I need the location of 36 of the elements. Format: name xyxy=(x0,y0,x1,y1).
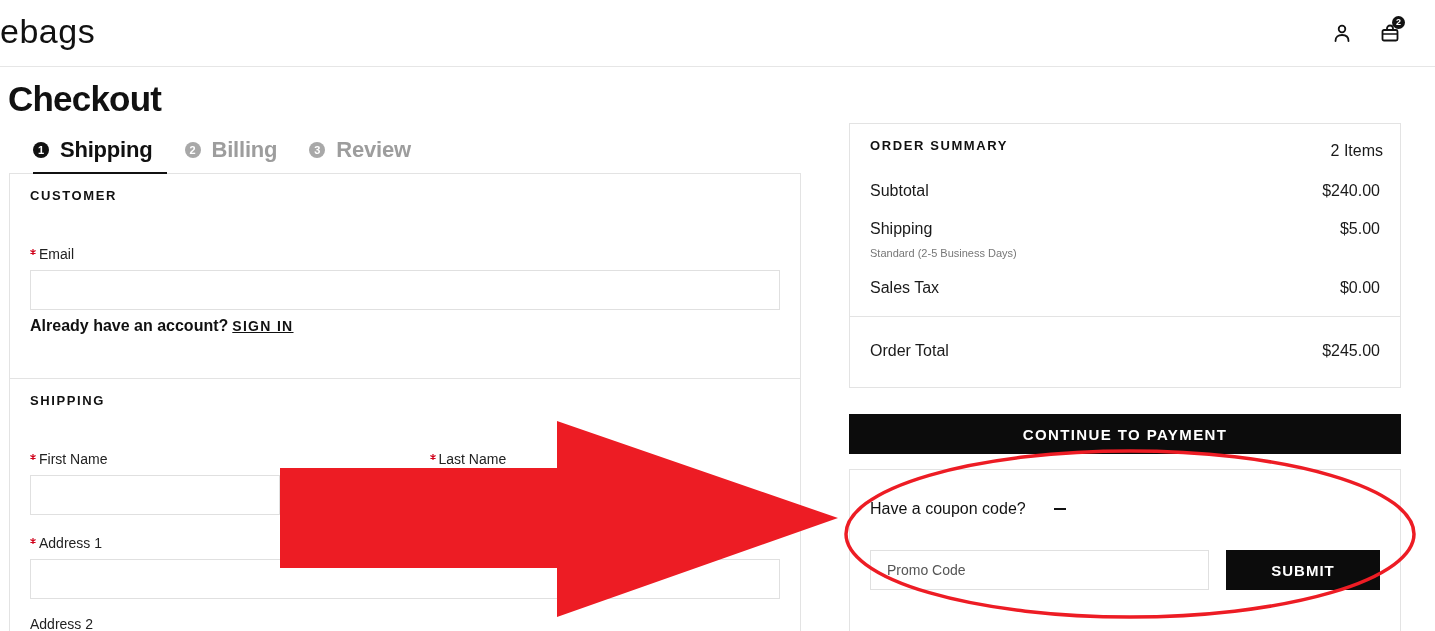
summary-value: $240.00 xyxy=(1322,181,1380,201)
input-field[interactable] xyxy=(30,270,780,310)
step-number: 2 xyxy=(184,142,201,158)
continue-to-payment-button[interactable]: CONTINUE TO PAYMENT xyxy=(849,414,1401,454)
shipping-method-note: Standard (2-5 Business Days) xyxy=(870,246,1017,260)
account-prompt: Already have an account? xyxy=(30,316,229,336)
shopping-bag-icon[interactable] xyxy=(1381,24,1399,42)
summary-value: $5.00 xyxy=(1339,219,1380,239)
coupon-prompt: Have a coupon code? xyxy=(870,499,1026,519)
total-value: $245.00 xyxy=(1322,341,1380,361)
cart-count-badge: 2 xyxy=(1392,16,1405,29)
field-label: First Name xyxy=(39,450,108,468)
field-label: Email xyxy=(39,245,74,263)
minus-icon[interactable] xyxy=(1053,508,1066,510)
field-label: Address 2 xyxy=(30,618,94,630)
section-heading: CUSTOMER xyxy=(30,188,117,204)
summary-heading: ORDER SUMMARY xyxy=(870,138,1009,154)
field-label: Address 1 xyxy=(39,534,103,552)
section-heading: SHIPPING xyxy=(30,393,105,409)
step-tab[interactable]: 1 Shipping xyxy=(33,119,167,174)
account-icon[interactable] xyxy=(1333,24,1351,42)
logo[interactable]: ebags xyxy=(0,13,96,49)
page-title: Checkout xyxy=(8,79,162,119)
summary-label: Subtotal xyxy=(870,181,929,201)
total-label: Order Total xyxy=(870,341,949,361)
submit-button[interactable]: SUBMIT xyxy=(1226,550,1380,590)
field-label: Last Name xyxy=(438,450,507,468)
summary-label: Sales Tax xyxy=(870,278,940,298)
step-number: 1 xyxy=(33,142,49,158)
item-count: 2 Items xyxy=(1330,141,1383,161)
input-field[interactable] xyxy=(30,475,280,515)
promo-code-field[interactable]: Promo Code xyxy=(870,550,1209,590)
summary-label: Shipping xyxy=(870,219,933,239)
step-number: 3 xyxy=(309,142,326,158)
sign-in-link[interactable]: SIGN IN xyxy=(232,316,294,336)
summary-value: $0.00 xyxy=(1339,278,1380,298)
